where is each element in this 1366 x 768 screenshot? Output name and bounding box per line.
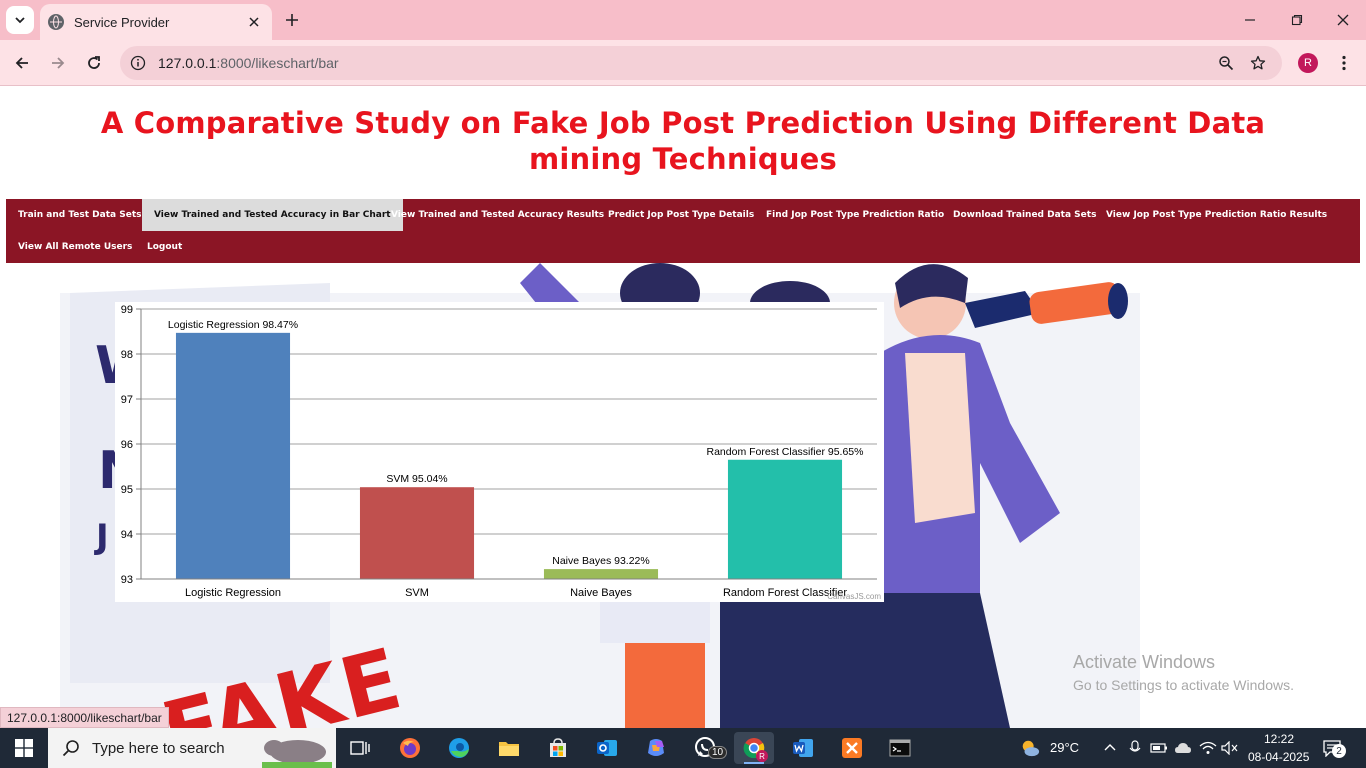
web-page: A Comparative Study on Fake Job Post Pre…	[0, 87, 1366, 728]
task-view-icon[interactable]	[340, 732, 380, 764]
weather-temp: 29°C	[1050, 740, 1080, 755]
globe-icon	[48, 14, 64, 30]
search-placeholder: Type here to search	[92, 739, 225, 757]
browser-tab-strip: Service Provider	[0, 0, 1366, 40]
activate-windows-subtitle: Go to Settings to activate Windows.	[1073, 677, 1294, 693]
bar	[175, 332, 291, 579]
y-tick-label: 98	[121, 349, 133, 361]
whatsapp-icon[interactable]: 10	[686, 732, 728, 764]
link-status-bubble: 127.0.0.1:8000/likeschart/bar	[0, 707, 169, 728]
x-tick-label: Naive Bayes	[570, 587, 632, 599]
minimize-icon[interactable]	[1238, 8, 1262, 32]
firefox-icon[interactable]	[390, 732, 430, 764]
whatsapp-badge: 10	[708, 746, 728, 759]
battery-icon[interactable]	[1149, 738, 1169, 758]
volume-muted-icon[interactable]	[1220, 738, 1240, 758]
chart-svg: 93 94 95 96 97 98 99 Logistic Regression 98.47%…	[121, 304, 882, 601]
tab-search-button[interactable]	[6, 6, 34, 34]
hippo-search-highlight-icon	[262, 740, 332, 768]
site-info-icon[interactable]	[126, 51, 150, 75]
mic-icon[interactable]	[1125, 738, 1145, 758]
zoom-icon[interactable]	[1216, 53, 1236, 73]
nav-prediction-ratio[interactable]: Find Jop Post Type Prediction Ratio	[754, 199, 956, 231]
browser-menu-icon[interactable]	[1336, 52, 1352, 74]
reload-icon[interactable]	[82, 51, 106, 75]
browser-tab[interactable]: Service Provider	[40, 4, 272, 40]
nav-train-test-data-sets[interactable]: Train and Test Data Sets	[6, 199, 153, 231]
chart-credit: CanvasJS.com	[827, 592, 881, 601]
activate-windows-watermark: Activate Windows Go to Settings to activ…	[1073, 652, 1294, 693]
y-tick-label: 94	[121, 529, 133, 541]
onedrive-icon[interactable]	[1173, 738, 1193, 758]
new-tab-icon[interactable]	[282, 10, 302, 30]
nav-accuracy-bar-chart[interactable]: View Trained and Tested Accuracy in Bar …	[142, 199, 403, 231]
background-letter-j: J	[94, 517, 109, 557]
copilot-icon[interactable]	[636, 732, 676, 764]
xampp-icon[interactable]	[832, 732, 872, 764]
clock-time: 12:22	[1264, 732, 1295, 746]
y-tick-label: 95	[121, 484, 133, 496]
y-tick-label: 93	[121, 574, 133, 586]
nav-logout[interactable]: Logout	[135, 231, 194, 263]
nav-prediction-ratio-results[interactable]: View Jop Post Type Prediction Ratio Resu…	[1094, 199, 1339, 231]
search-icon	[62, 740, 79, 757]
x-tick-label: Logistic Regression	[185, 587, 281, 599]
nav-download-data-sets[interactable]: Download Trained Data Sets	[941, 199, 1108, 231]
bar	[543, 569, 659, 579]
close-tab-icon[interactable]	[244, 12, 264, 32]
browser-toolbar: 127.0.0.1:8000/likeschart/bar R	[0, 40, 1366, 86]
bar-data-label: Logistic Regression 98.47%	[168, 319, 298, 331]
wifi-icon[interactable]	[1198, 738, 1218, 758]
nav-remote-users[interactable]: View All Remote Users	[6, 231, 144, 263]
chevron-down-icon	[15, 17, 25, 24]
back-arrow-icon[interactable]	[10, 51, 34, 75]
bar-data-label: Naive Bayes 93.22%	[552, 555, 649, 567]
bar-data-label: SVM 95.04%	[386, 473, 447, 485]
edge-icon[interactable]	[439, 732, 479, 764]
notification-count: 2	[1332, 744, 1346, 758]
restore-icon[interactable]	[1285, 8, 1309, 32]
windows-taskbar: Type here to search 10 R 29°C 12:22 08-0…	[0, 728, 1366, 768]
accuracy-bar-chart: 93 94 95 96 97 98 99 Logistic Regression 98.47%…	[115, 302, 884, 602]
bar-data-label: Random Forest Classifier 95.65%	[707, 446, 864, 458]
main-nav: Train and Test Data Sets View Trained an…	[6, 199, 1360, 263]
url-text: 127.0.0.1:8000/likeschart/bar	[158, 55, 339, 71]
terminal-icon[interactable]	[880, 732, 920, 764]
forward-arrow-icon[interactable]	[46, 51, 70, 75]
nav-accuracy-results[interactable]: View Trained and Tested Accuracy Results	[379, 199, 616, 231]
bar	[359, 487, 475, 579]
activate-windows-title: Activate Windows	[1073, 652, 1216, 672]
profile-avatar[interactable]: R	[1298, 53, 1318, 73]
windows-start-icon[interactable]	[0, 728, 48, 768]
chrome-profile-badge: R	[756, 750, 768, 762]
y-tick-label: 99	[121, 304, 133, 316]
outlook-icon[interactable]	[587, 732, 627, 764]
x-tick-label: SVM	[405, 587, 429, 599]
weather-icon[interactable]	[1020, 738, 1040, 758]
page-title: A Comparative Study on Fake Job Post Pre…	[100, 106, 1266, 176]
microsoft-store-icon[interactable]	[538, 732, 578, 764]
nav-predict-job-post-type[interactable]: Predict Jop Post Type Details	[596, 199, 766, 231]
bar	[727, 459, 843, 579]
word-icon[interactable]	[783, 732, 823, 764]
y-tick-label: 97	[121, 394, 133, 406]
notification-icon[interactable]: 2	[1322, 738, 1346, 758]
tab-title: Service Provider	[74, 14, 170, 30]
address-bar[interactable]: 127.0.0.1:8000/likeschart/bar	[120, 46, 1282, 80]
clock-date: 08-04-2025	[1248, 750, 1310, 764]
file-explorer-icon[interactable]	[489, 732, 529, 764]
chrome-icon[interactable]: R	[734, 732, 774, 764]
y-tick-label: 96	[121, 439, 133, 451]
bookmark-star-icon[interactable]	[1248, 53, 1268, 73]
chevron-up-icon[interactable]	[1100, 738, 1120, 758]
taskbar-search-box[interactable]: Type here to search	[48, 728, 336, 768]
close-window-icon[interactable]	[1331, 8, 1355, 32]
